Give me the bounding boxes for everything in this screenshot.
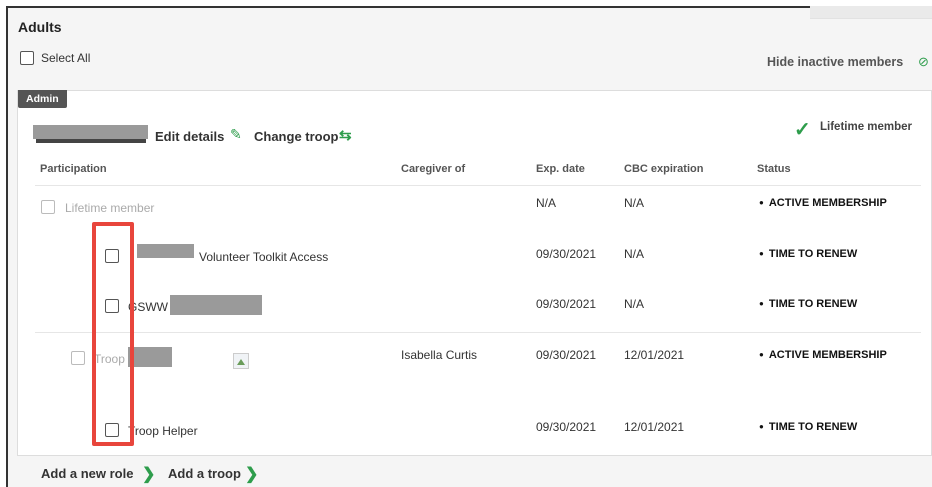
- redacted-troop-number: [128, 347, 172, 367]
- checkmark-icon: ✓: [794, 119, 811, 141]
- exp-date-toolkit: 09/30/2021: [536, 247, 597, 261]
- participation-toolkit: Volunteer Toolkit Access: [199, 250, 329, 264]
- header-cbc-expiration: CBC expiration: [624, 163, 704, 175]
- status-gsww: TIME TO RENEW: [759, 298, 857, 310]
- broken-image-icon: [233, 353, 249, 369]
- header-caregiver-of: Caregiver of: [401, 163, 466, 175]
- row-checkbox-troop[interactable]: [71, 351, 85, 365]
- header-exp-date: Exp. date: [536, 163, 585, 175]
- row-checkbox-lifetime[interactable]: [41, 200, 55, 214]
- eye-slash-icon[interactable]: ⊘: [918, 54, 929, 70]
- header-participation: Participation: [40, 163, 107, 175]
- admin-badge: Admin: [18, 90, 67, 108]
- chevron-right-icon[interactable]: ❯: [142, 464, 155, 484]
- lifetime-member-label: Lifetime member: [820, 121, 913, 133]
- member-name-redacted: [33, 125, 148, 139]
- exp-date-troop: 09/30/2021: [536, 348, 597, 362]
- status-lifetime: ACTIVE MEMBERSHIP: [759, 197, 887, 209]
- cbc-troop-helper: 12/01/2021: [624, 420, 685, 434]
- select-all-label: Select All: [41, 51, 91, 65]
- exp-date-troop-helper: 09/30/2021: [536, 420, 597, 434]
- header-divider: [35, 185, 921, 186]
- highlight-box: [92, 222, 134, 446]
- redacted-text: [137, 244, 194, 258]
- chevron-right-icon[interactable]: ❯: [245, 464, 258, 484]
- exp-date-lifetime: N/A: [536, 196, 557, 210]
- edit-details-link[interactable]: Edit details: [155, 129, 224, 144]
- section-title: Adults: [18, 19, 62, 35]
- participation-gsww: GSWW: [128, 300, 168, 314]
- change-troop-link[interactable]: Change troop: [254, 129, 339, 144]
- member-name-fragment: [36, 139, 146, 143]
- hide-inactive-members-link[interactable]: Hide inactive members: [767, 55, 903, 69]
- pencil-icon[interactable]: ✎: [230, 126, 242, 143]
- status-troop: ACTIVE MEMBERSHIP: [759, 349, 887, 361]
- cbc-gsww: N/A: [624, 297, 645, 311]
- row-divider: [35, 332, 921, 333]
- header-status: Status: [757, 163, 791, 175]
- status-troop-helper: TIME TO RENEW: [759, 421, 857, 433]
- cbc-lifetime: N/A: [624, 196, 645, 210]
- add-troop-link[interactable]: Add a troop: [168, 466, 241, 481]
- cbc-toolkit: N/A: [624, 247, 645, 261]
- select-all-checkbox[interactable]: [20, 51, 34, 65]
- swap-arrows-icon[interactable]: ⇆: [339, 126, 352, 144]
- redacted-text: [170, 295, 262, 315]
- top-right-tab: [810, 6, 932, 19]
- status-toolkit: TIME TO RENEW: [759, 248, 857, 260]
- add-new-role-link[interactable]: Add a new role: [41, 466, 133, 481]
- participation-lifetime: Lifetime member: [65, 201, 155, 215]
- member-card: [17, 90, 932, 456]
- exp-date-gsww: 09/30/2021: [536, 297, 597, 311]
- cbc-troop: 12/01/2021: [624, 348, 685, 362]
- participation-troop-helper: Troop Helper: [128, 424, 198, 438]
- caregiver-troop: Isabella Curtis: [401, 348, 478, 362]
